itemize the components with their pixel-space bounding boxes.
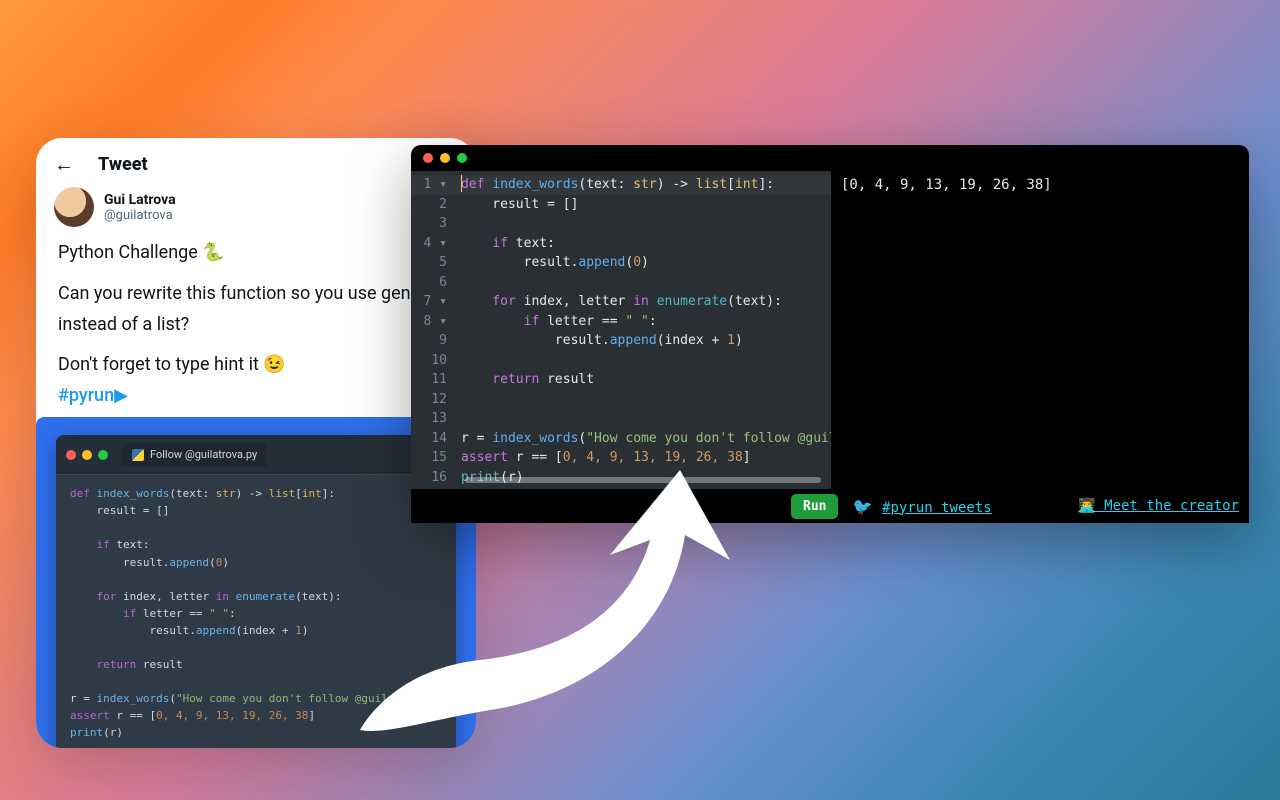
code-area[interactable]: def index_words(text: str) -> list[int]:… [455,171,831,489]
code-window: 1 ▾ 2 3 4 ▾ 5 6 7 ▾ 8 ▾ 9 10 11 12 13 14… [411,145,1249,523]
traffic-light-green-icon[interactable] [457,153,467,163]
horizontal-scrollbar[interactable] [465,477,821,483]
meet-creator-link[interactable]: Meet the creator [1104,498,1239,514]
embed-code: def index_words(text: str) -> list[int]:… [56,475,456,745]
avatar [54,187,94,227]
line-number: 2 [411,195,447,215]
editor-footer: Run 🐦 #pyrun tweets 👨‍💻 Meet the creator [411,489,1249,523]
line-number: 15 [411,448,447,468]
line-number: 6 [411,273,447,293]
footer-right-link[interactable]: 👨‍💻 Meet the creator [1078,498,1239,514]
pyrun-tweets-link[interactable]: #pyrun tweets [882,500,992,516]
back-arrow-icon[interactable]: ← [54,152,74,177]
traffic-light-red-icon [66,450,76,460]
line-gutter: 1 ▾ 2 3 4 ▾ 5 6 7 ▾ 8 ▾ 9 10 11 12 13 14… [411,171,455,489]
code-editor[interactable]: 1 ▾ 2 3 4 ▾ 5 6 7 ▾ 8 ▾ 9 10 11 12 13 14… [411,171,831,489]
traffic-light-yellow-icon [82,450,92,460]
window-chrome [411,145,1249,171]
line-number: 13 [411,409,447,429]
user-handle: @guilatrova [104,208,176,223]
line-number: 3 [411,214,447,234]
footer-left-link[interactable]: 🐦 #pyrun tweets [852,497,991,516]
editor-split: 1 ▾ 2 3 4 ▾ 5 6 7 ▾ 8 ▾ 9 10 11 12 13 14… [411,171,1249,489]
embed-terminal: Follow @guilatrova.py def index_words(te… [56,435,456,748]
tweet-body: Python Challenge 🐍 Can you rewrite this … [36,237,476,748]
traffic-light-yellow-icon[interactable] [440,153,450,163]
bird-icon: 🐦 [852,497,882,516]
line-number: 11 [411,370,447,390]
embed-tab-label: Follow @guilatrova.py [150,447,257,462]
line-number: 16 [411,468,447,488]
tweet-header: ← Tweet [36,138,476,185]
embed-window-chrome: Follow @guilatrova.py [56,435,456,475]
user-name: Gui Latrova [104,192,176,208]
caret-icon [461,175,462,192]
line-number: 9 [411,331,447,351]
run-button[interactable]: Run [791,494,838,519]
tweet-line-2: Can you rewrite this function so you use… [58,282,454,307]
tweet-user-row[interactable]: Gui Latrova @guilatrova [36,185,476,237]
line-number: 7 ▾ [411,292,447,312]
tweet-line-3: instead of a list? [58,313,454,338]
tweet-title: Tweet [98,154,148,175]
traffic-light-red-icon[interactable] [423,153,433,163]
tweet-line-1: Python Challenge 🐍 [58,241,454,266]
line-number: 14 [411,429,447,449]
embed-tab[interactable]: Follow @guilatrova.py [122,443,267,466]
user-meta: Gui Latrova @guilatrova [104,192,176,223]
line-number: 12 [411,390,447,410]
output-panel: [0, 4, 9, 13, 19, 26, 38] [831,171,1249,489]
creator-icon: 👨‍💻 [1078,498,1104,514]
background: ← Tweet Gui Latrova @guilatrova Python C… [0,0,1280,800]
traffic-light-green-icon [98,450,108,460]
play-icon: ▶ [114,385,128,406]
hashtag-link[interactable]: #pyrun [58,385,114,406]
tweet-embed-card: Follow @guilatrova.py def index_words(te… [36,417,476,748]
tweet-line-4: Don't forget to type hint it 😉 [58,353,454,378]
output-text: [0, 4, 9, 13, 19, 26, 38] [841,177,1052,193]
line-number: 5 [411,253,447,273]
python-logo-icon [132,449,144,461]
tweet-hashtag-line[interactable]: #pyrun▶ [58,384,454,409]
line-number: 8 ▾ [411,312,447,332]
line-number: 10 [411,351,447,371]
tweet-card: ← Tweet Gui Latrova @guilatrova Python C… [36,138,476,748]
line-number: 4 ▾ [411,234,447,254]
